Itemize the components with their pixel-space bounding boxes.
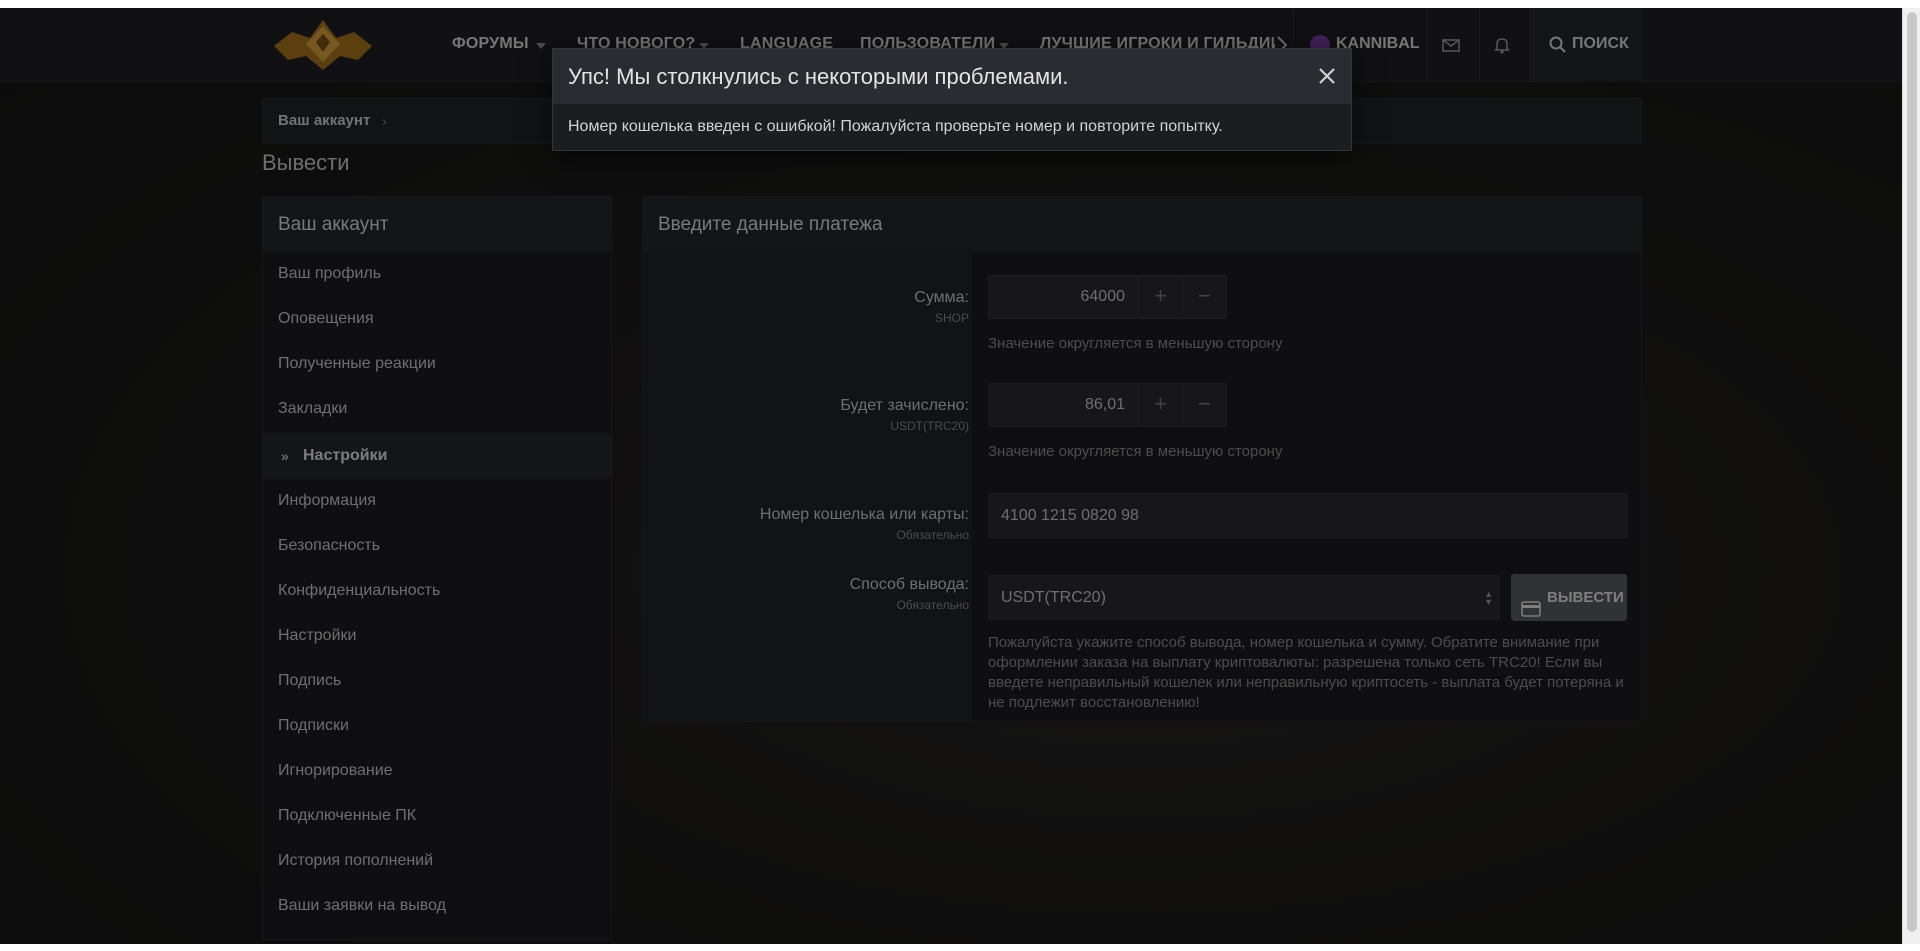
error-dialog-title: Упс! Мы столкнулись с некоторыми проблем…	[553, 49, 1351, 104]
error-dialog-message: Номер кошелька введен с ошибкой! Пожалуй…	[568, 118, 1223, 135]
scrollbar-thumb[interactable]	[1907, 12, 1917, 932]
error-dialog: Упс! Мы столкнулись с некоторыми проблем…	[552, 48, 1352, 151]
window-bottom-edge	[0, 944, 1920, 951]
browser-viewport: ФОРУМЫ ЧТО НОВОГО? LANGUAGE ПОЛЬЗОВАТЕЛИ…	[0, 0, 1920, 951]
page-scrollbar[interactable]	[1902, 8, 1920, 944]
close-icon[interactable]	[1317, 66, 1337, 86]
page: ФОРУМЫ ЧТО НОВОГО? LANGUAGE ПОЛЬЗОВАТЕЛИ…	[0, 8, 1902, 944]
